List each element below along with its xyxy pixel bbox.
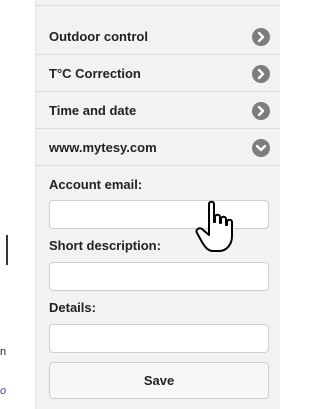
cropped-text-fragment: n [0,346,7,358]
menu-item-mytesy[interactable]: www.mytesy.com [36,130,280,166]
menu-item-label: www.mytesy.com [49,140,157,155]
chevron-right-icon [252,65,270,83]
short-description-input[interactable] [49,262,269,291]
chevron-right-icon [252,102,270,120]
details-label: Details: [49,300,96,315]
menu-item-label: Outdoor control [49,29,148,44]
menu-item-temperature-correction[interactable]: T°C Correction [36,56,280,92]
menu-row-partial[interactable] [36,0,280,6]
divider-mark [6,235,8,265]
menu-item-outdoor-control[interactable]: Outdoor control [36,19,280,55]
settings-panel: Outdoor control T°C Correction Time and … [35,0,280,409]
left-page-gutter: n o [0,0,34,409]
save-button[interactable]: Save [49,362,269,399]
details-input[interactable] [49,324,269,353]
menu-item-label: T°C Correction [49,66,141,81]
menu-item-label: Time and date [49,103,137,118]
account-email-label: Account email: [49,177,143,192]
chevron-down-icon [252,139,270,157]
chevron-right-icon [252,28,270,46]
cropped-link-fragment[interactable]: o [0,385,6,397]
menu-item-time-and-date[interactable]: Time and date [36,93,280,129]
hand-pointer-cursor-icon [195,200,233,252]
short-description-label: Short description: [49,238,161,253]
